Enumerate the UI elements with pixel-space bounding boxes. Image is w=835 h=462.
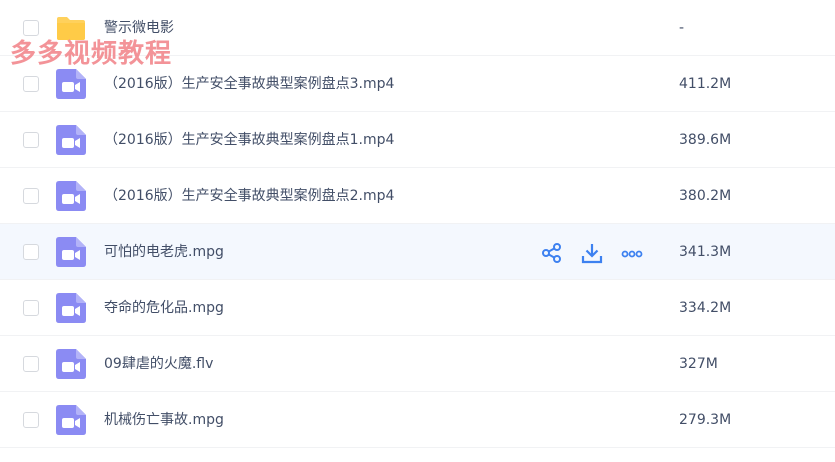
file-name[interactable]: 警示微电影 (104, 19, 174, 37)
download-icon[interactable] (580, 241, 604, 265)
watermark-text: 多多视频教程 (10, 39, 173, 69)
video-icon (56, 405, 86, 435)
file-size: 389.6M (679, 132, 732, 148)
file-size: - (679, 20, 685, 36)
file-row[interactable]: 夺命的危化品.mpg 334.2M (0, 280, 835, 336)
video-icon (56, 349, 86, 379)
row-checkbox[interactable] (23, 76, 39, 92)
more-icon[interactable] (620, 241, 644, 265)
video-icon (56, 237, 86, 267)
file-name[interactable]: 09肆虐的火魔.flv (104, 355, 213, 373)
video-icon (56, 125, 86, 155)
file-name[interactable]: 夺命的危化品.mpg (104, 299, 224, 317)
row-checkbox[interactable] (23, 132, 39, 148)
row-checkbox[interactable] (23, 20, 39, 36)
file-row[interactable]: 机械伤亡事故.mpg 279.3M (0, 392, 835, 448)
row-checkbox[interactable] (23, 188, 39, 204)
video-icon (56, 69, 86, 99)
file-row[interactable]: （2016版）生产安全事故典型案例盘点1.mp4 389.6M (0, 112, 835, 168)
file-name[interactable]: 机械伤亡事故.mpg (104, 411, 224, 429)
video-icon (56, 181, 86, 211)
video-icon (56, 293, 86, 323)
file-size: 279.3M (679, 412, 732, 428)
file-name[interactable]: （2016版）生产安全事故典型案例盘点1.mp4 (104, 131, 394, 149)
file-size: 411.2M (679, 76, 732, 92)
file-name[interactable]: （2016版）生产安全事故典型案例盘点3.mp4 (104, 75, 394, 93)
row-checkbox[interactable] (23, 300, 39, 316)
file-row-hovered[interactable]: 可怕的电老虎.mpg 341.3M (0, 224, 835, 280)
file-size: 380.2M (679, 188, 732, 204)
file-size: 327M (679, 356, 718, 372)
file-size: 341.3M (679, 244, 732, 260)
row-actions (540, 241, 650, 265)
file-name[interactable]: （2016版）生产安全事故典型案例盘点2.mp4 (104, 187, 394, 205)
row-checkbox[interactable] (23, 412, 39, 428)
row-checkbox[interactable] (23, 244, 39, 260)
file-row[interactable]: 09肆虐的火魔.flv 327M (0, 336, 835, 392)
file-name[interactable]: 可怕的电老虎.mpg (104, 243, 224, 261)
row-checkbox[interactable] (23, 356, 39, 372)
file-size: 334.2M (679, 300, 732, 316)
share-icon[interactable] (540, 241, 564, 265)
file-row[interactable]: （2016版）生产安全事故典型案例盘点2.mp4 380.2M (0, 168, 835, 224)
